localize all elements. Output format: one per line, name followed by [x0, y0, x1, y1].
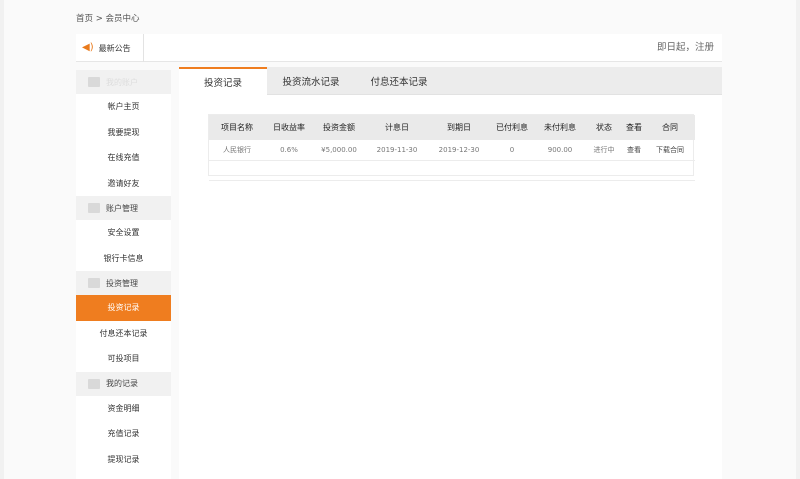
table-header-row: 项目名称 日收益率 投资金额 计息日 到期日 已付利息 未付利息 状态 查看 合… — [209, 115, 695, 140]
download-contract-link[interactable]: 下载合同 — [645, 140, 695, 160]
table-row-empty — [209, 160, 695, 180]
column-header: 到期日 — [447, 123, 471, 132]
tab-investment-flow[interactable]: 投资流水记录 — [267, 67, 355, 95]
breadcrumb: 首页 > 会员中心 — [76, 14, 140, 24]
tab-bar: 投资记录 投资流水记录 付息还本记录 — [179, 67, 722, 95]
sidebar-group-account-management: 账户管理 — [76, 196, 171, 220]
sidebar-item-interest-records[interactable]: 付息还本记录 — [76, 321, 171, 347]
sidebar-item-fund-details[interactable]: 资金明细 — [76, 396, 171, 422]
column-header: 项目名称 — [221, 123, 253, 132]
notice-label-box: ◀) 最新公告 — [76, 34, 144, 62]
table-cell: 2019-12-30 — [438, 145, 480, 154]
sidebar-group-my-records: 我的记录 — [76, 371, 171, 396]
sidebar-item-investment-records[interactable]: 投资记录 — [76, 295, 171, 321]
page: 首页 > 会员中心 ◀) 最新公告 即日起，注册 我的账户 帐户主页 我要提现 … — [4, 0, 796, 479]
account-icon — [88, 77, 100, 87]
speaker-icon: ◀) — [82, 42, 94, 53]
sidebar-item-recharge-records[interactable]: 充值记录 — [76, 421, 171, 447]
sidebar-item-withdraw-records[interactable]: 提现记录 — [76, 447, 171, 473]
sidebar-item-account-home[interactable]: 帐户主页 — [76, 94, 171, 120]
column-header: 已付利息 — [496, 123, 528, 132]
investment-table: 项目名称 日收益率 投资金额 计息日 到期日 已付利息 未付利息 状态 查看 合… — [208, 114, 695, 180]
notice-scroll-text[interactable]: 即日起，注册 — [657, 39, 714, 53]
column-header: 日收益率 — [273, 123, 305, 132]
envelope-icon — [88, 203, 100, 213]
table-cell: 2019-11-30 — [376, 145, 418, 154]
column-header: 投资金额 — [323, 123, 355, 132]
document-icon — [88, 378, 100, 389]
view-link[interactable]: 查看 — [623, 140, 645, 160]
table-cell: ¥5,000.00 — [321, 145, 357, 154]
table-cell: 0.6% — [280, 145, 298, 154]
table-row: 人民银行 0.6% ¥5,000.00 2019-11-30 2019-12-3… — [209, 140, 695, 160]
money-bag-icon — [88, 278, 100, 288]
sidebar-item-available-projects[interactable]: 可投项目 — [76, 346, 171, 372]
sidebar: 我的账户 帐户主页 我要提现 在线充值 邀请好友 账户管理 安全设置 银行卡信息… — [76, 70, 171, 479]
table-cell: 900.00 — [547, 145, 573, 154]
sidebar-item-withdraw[interactable]: 我要提现 — [76, 120, 171, 146]
sidebar-item-invite[interactable]: 邀请好友 — [76, 171, 171, 197]
column-header: 未付利息 — [544, 123, 576, 132]
column-header: 计息日 — [385, 123, 409, 132]
column-header: 状态 — [596, 123, 612, 132]
table-cell: 0 — [509, 145, 515, 154]
column-header: 合同 — [662, 123, 678, 132]
tab-investment-records[interactable]: 投资记录 — [179, 67, 267, 95]
table-cell: 人民银行 — [223, 145, 251, 154]
column-header: 查看 — [626, 123, 642, 132]
sidebar-group-investment-management: 投资管理 — [76, 271, 171, 295]
sidebar-item-bank-card[interactable]: 银行卡信息 — [76, 246, 171, 272]
tab-interest-repayment[interactable]: 付息还本记录 — [355, 67, 443, 95]
main-content: 投资记录 投资流水记录 付息还本记录 项目名称 日收益率 投资金额 计息日 到期… — [179, 67, 722, 479]
sidebar-group-my-account: 我的账户 — [76, 70, 171, 94]
notice-label: 最新公告 — [98, 43, 131, 53]
status-cell: 进行中 — [593, 145, 615, 154]
sidebar-item-security[interactable]: 安全设置 — [76, 220, 171, 246]
sidebar-item-recharge[interactable]: 在线充值 — [76, 145, 171, 171]
notice-bar: ◀) 最新公告 即日起，注册 — [76, 34, 722, 62]
